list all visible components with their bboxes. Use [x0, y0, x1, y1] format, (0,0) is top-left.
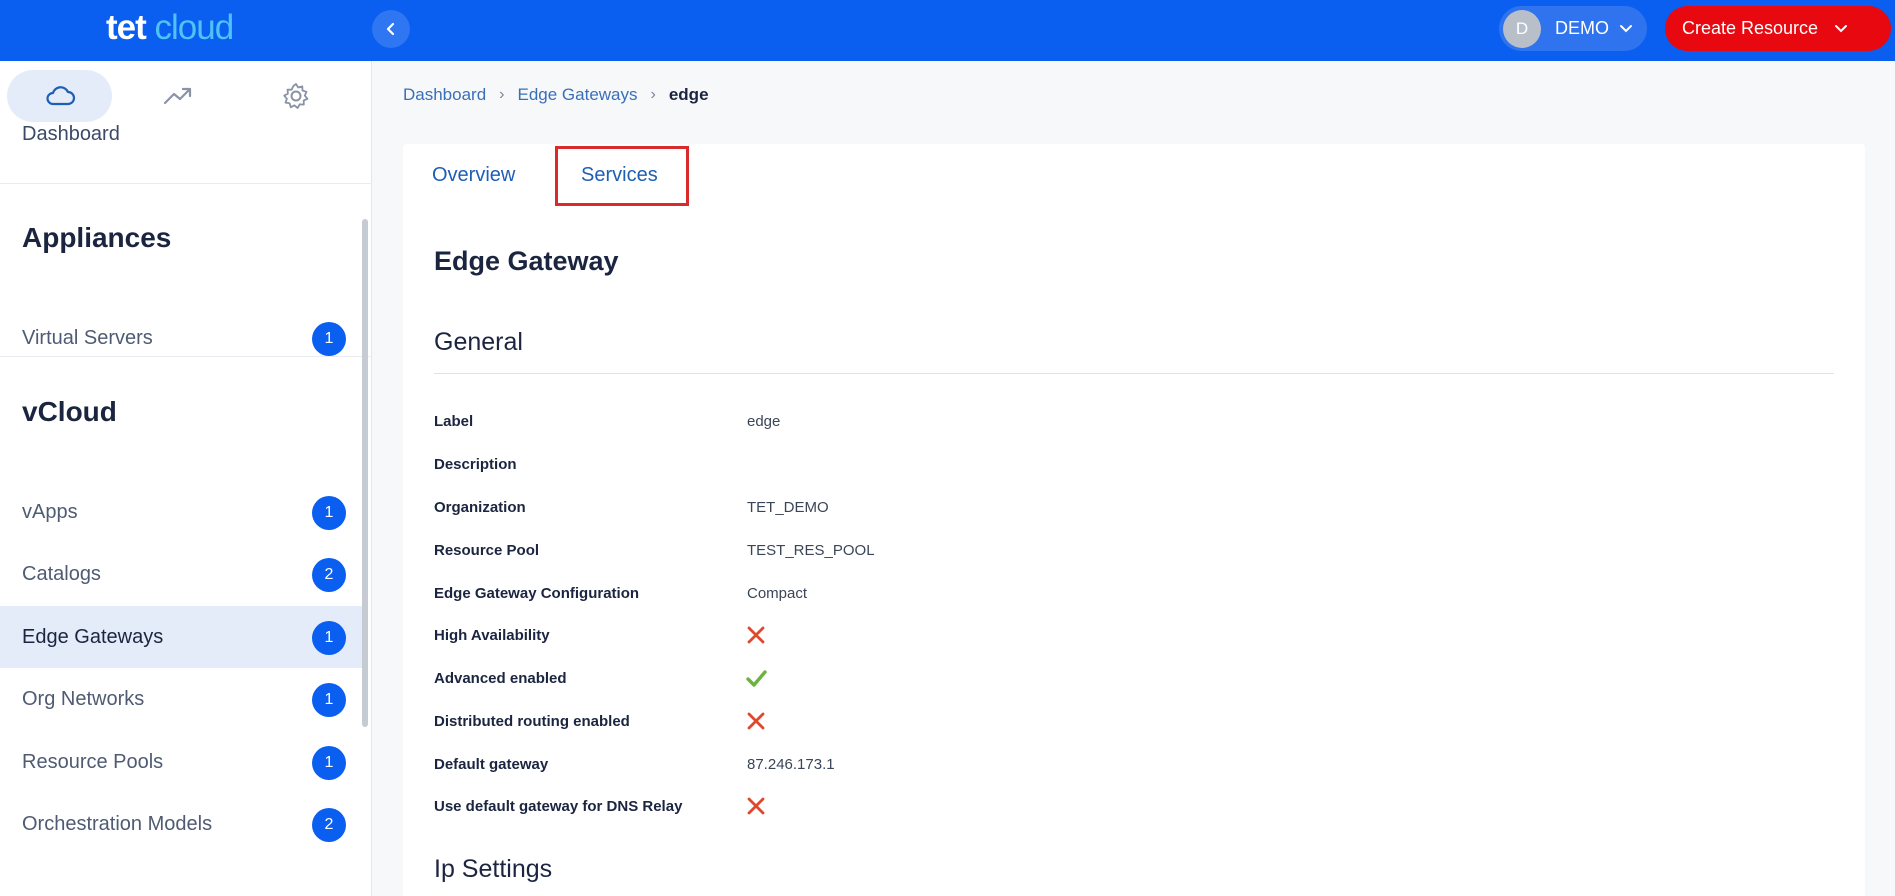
cloud-icon [45, 86, 75, 106]
field-label: Description [434, 456, 517, 473]
sidebar-item-virtual-servers[interactable]: Virtual Servers 1 [0, 307, 364, 369]
sidebar-item-label: Org Networks [22, 687, 145, 710]
main-card: Overview Services Edge Gateway General L… [403, 144, 1865, 896]
top-bar: tet cloud D DEMO Create Resource [0, 0, 1895, 61]
sidebar-tabs [0, 61, 372, 131]
sidebar-tab-analytics[interactable] [125, 70, 230, 122]
sidebar-tab-settings[interactable] [243, 70, 348, 122]
count-badge: 1 [312, 496, 346, 530]
breadcrumb: Dashboard › Edge Gateways › edge [403, 84, 709, 106]
field-value: TET_DEMO [747, 499, 829, 516]
chevron-right-icon: › [499, 86, 505, 103]
sidebar-item-catalogs[interactable]: Catalogs 2 [0, 543, 364, 605]
tab-overview[interactable]: Overview [432, 164, 515, 187]
create-resource-label: Create Resource [1682, 18, 1819, 38]
divider [434, 373, 1834, 374]
logo[interactable]: tet cloud [106, 8, 235, 48]
breadcrumb-current: edge [668, 85, 709, 104]
section-heading-appliances: Appliances [22, 222, 172, 253]
count-badge: 1 [312, 322, 346, 356]
field-label: Advanced enabled [434, 670, 567, 687]
logo-word-cloud: cloud [154, 8, 235, 47]
sidebar-tab-cloud[interactable] [7, 70, 112, 122]
cross-icon [747, 712, 765, 730]
sidebar-item-dashboard[interactable]: Dashboard [22, 123, 120, 146]
tab-services-highlight [555, 146, 689, 206]
collapse-sidebar-button[interactable] [372, 10, 410, 48]
chevron-left-icon [386, 22, 395, 36]
count-badge: 2 [312, 558, 346, 592]
sidebar-item-label: Edge Gateways [22, 625, 164, 648]
sidebar-item-vapps[interactable]: vApps 1 [0, 481, 364, 543]
sidebar-item-label: Virtual Servers [22, 326, 153, 349]
trend-icon [163, 87, 191, 105]
count-badge: 1 [312, 746, 346, 780]
field-label: Use default gateway for DNS Relay [434, 798, 683, 815]
sidebar-item-org-networks[interactable]: Org Networks 1 [0, 668, 364, 730]
user-name: DEMO [1555, 18, 1609, 38]
count-badge: 1 [312, 621, 346, 655]
user-menu[interactable]: D DEMO [1499, 6, 1647, 51]
chevron-down-icon [1620, 24, 1632, 32]
sidebar-item-label: Catalogs [22, 562, 101, 585]
sidebar-item-orchestration-models[interactable]: Orchestration Models 2 [0, 793, 364, 855]
field-value: edge [747, 413, 781, 430]
check-icon [746, 670, 767, 687]
section-heading-vcloud: vCloud [22, 396, 117, 427]
sidebar-scrollbar[interactable] [362, 219, 368, 727]
field-label: High Availability [434, 627, 550, 644]
field-label: Resource Pool [434, 542, 540, 559]
avatar: D [1503, 9, 1541, 48]
count-badge: 1 [312, 683, 346, 717]
breadcrumb-edge-gateways[interactable]: Edge Gateways [518, 85, 638, 105]
field-value: Compact [747, 585, 808, 602]
create-resource-button[interactable]: Create Resource [1665, 6, 1891, 51]
field-label: Label [434, 413, 474, 430]
field-label: Distributed routing enabled [434, 713, 630, 730]
tab-bar: Overview Services [403, 144, 1865, 206]
divider [0, 183, 372, 184]
field-value: TEST_RES_POOL [747, 542, 875, 559]
chevron-right-icon: › [650, 86, 656, 103]
gear-icon [282, 83, 308, 109]
field-label: Edge Gateway Configuration [434, 585, 640, 602]
sidebar: Dashboard Appliances Virtual Servers 1 v… [0, 61, 372, 896]
sidebar-item-edge-gateways[interactable]: Edge Gateways 1 [0, 606, 364, 668]
sidebar-item-label: Resource Pools [22, 750, 164, 773]
cross-icon [747, 626, 765, 644]
chevron-down-icon [1835, 24, 1848, 32]
logo-word-tet: tet [106, 8, 147, 47]
field-value: 87.246.173.1 [747, 756, 835, 773]
divider [0, 356, 372, 357]
section-title-ip-settings: Ip Settings [434, 855, 553, 883]
page-title: Edge Gateway [434, 246, 619, 276]
sidebar-item-resource-pools[interactable]: Resource Pools 1 [0, 731, 364, 793]
count-badge: 2 [312, 808, 346, 842]
field-label: Default gateway [434, 756, 549, 773]
cross-icon [747, 797, 765, 815]
breadcrumb-dashboard[interactable]: Dashboard [403, 85, 486, 105]
section-title-general: General [434, 328, 523, 356]
sidebar-item-label: vApps [22, 500, 78, 523]
sidebar-item-label: Orchestration Models [22, 812, 213, 835]
field-label: Organization [434, 499, 526, 516]
